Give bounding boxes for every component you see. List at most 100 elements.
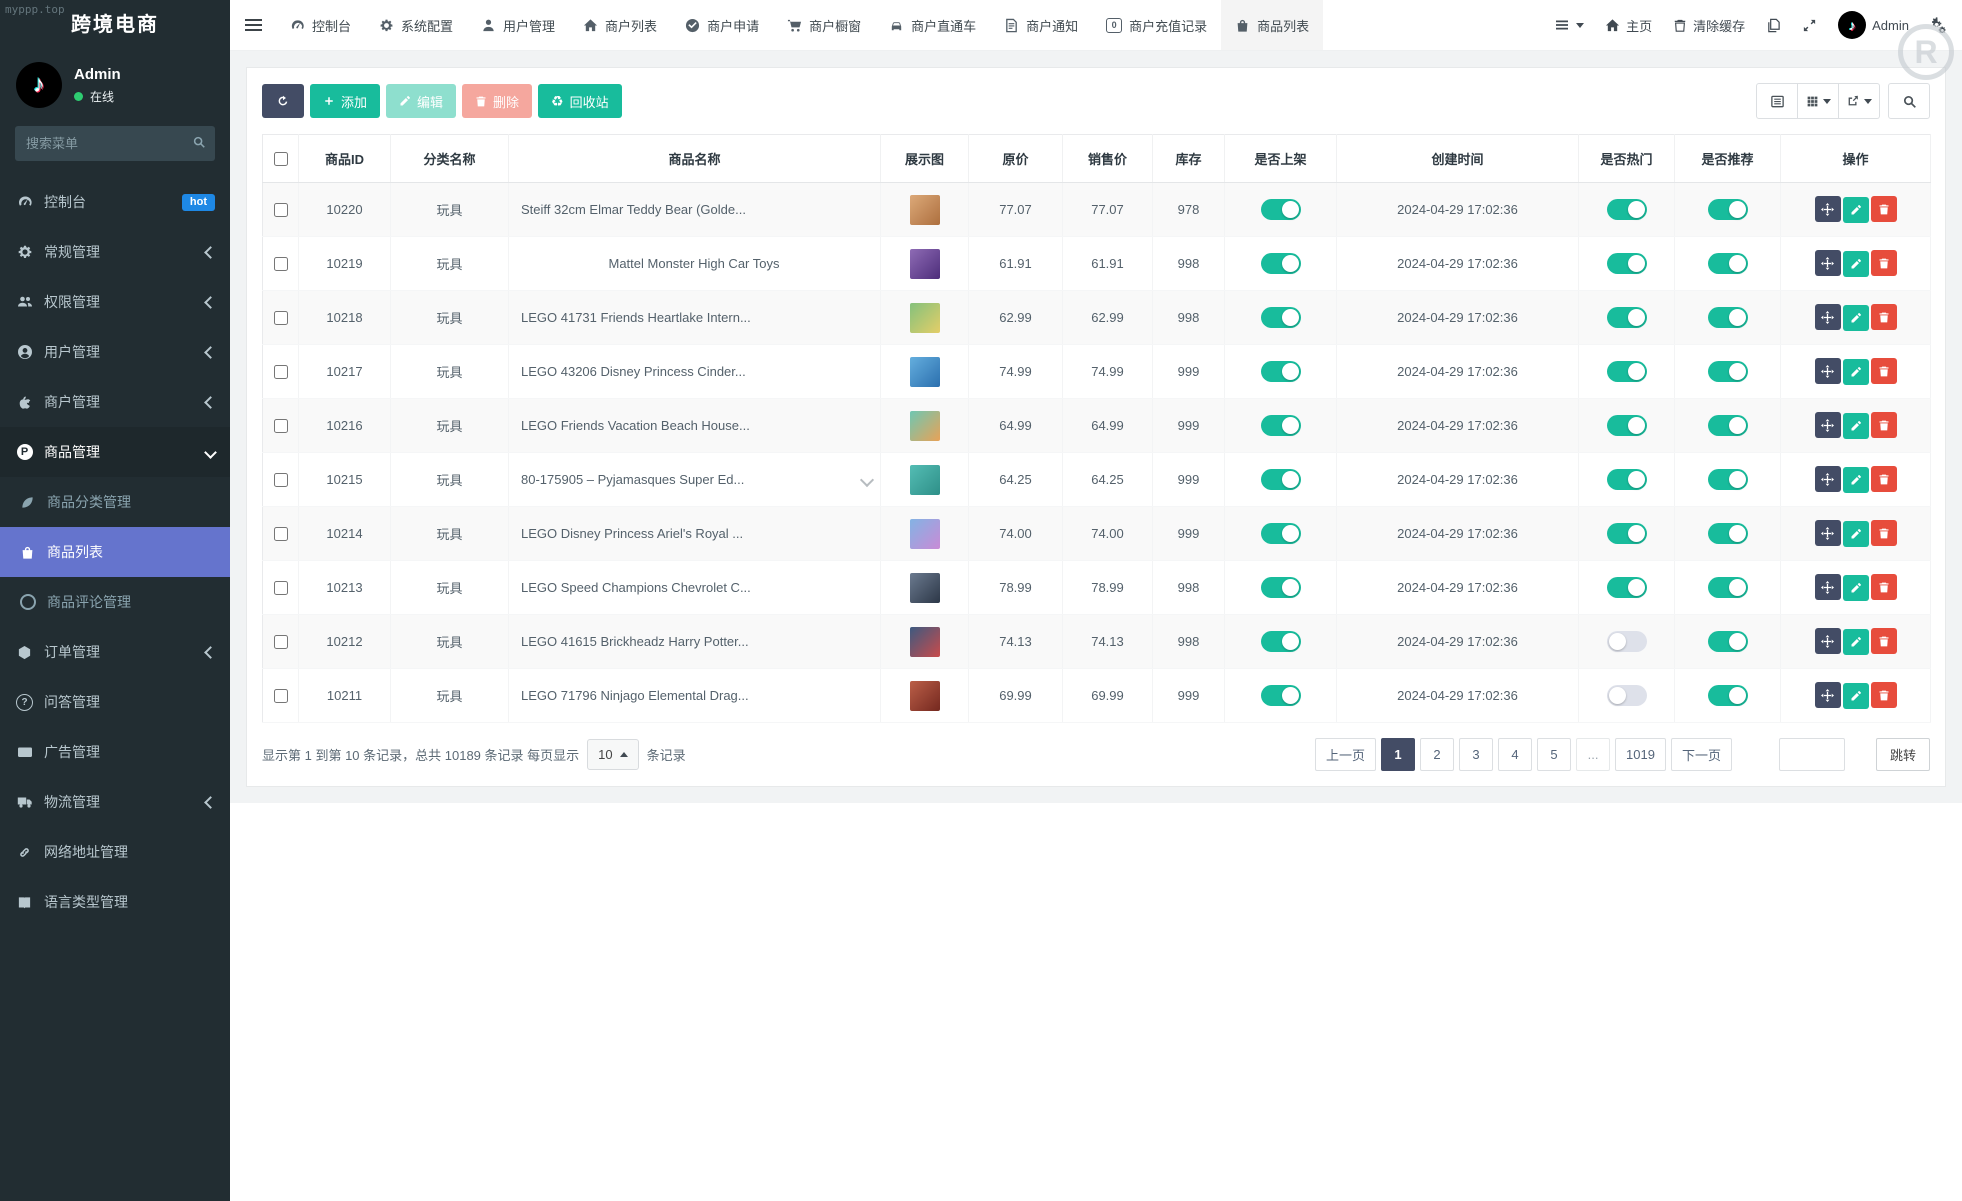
product-thumbnail[interactable] bbox=[910, 411, 940, 441]
tab-merchant-notice[interactable]: 商户通知 bbox=[990, 0, 1092, 50]
tab-merchant-showcase[interactable]: 商户橱窗 bbox=[773, 0, 875, 50]
fullscreen-icon[interactable] bbox=[1802, 18, 1817, 33]
tab-user-management[interactable]: 用户管理 bbox=[467, 0, 569, 50]
row-checkbox[interactable] bbox=[274, 473, 288, 487]
delete-button[interactable]: 删除 bbox=[462, 84, 532, 118]
sidebar-item-product-category[interactable]: 商品分类管理 bbox=[0, 477, 230, 527]
move-button[interactable] bbox=[1815, 574, 1841, 600]
row-edit-button[interactable] bbox=[1843, 467, 1869, 493]
row-edit-button[interactable] bbox=[1843, 305, 1869, 331]
product-thumbnail[interactable] bbox=[910, 357, 940, 387]
row-checkbox[interactable] bbox=[274, 635, 288, 649]
sidebar-item-product[interactable]: P 商品管理 bbox=[0, 427, 230, 477]
sidebar-item-permission[interactable]: 权限管理 bbox=[0, 277, 230, 327]
recommend-toggle[interactable] bbox=[1708, 199, 1748, 220]
hot-toggle[interactable] bbox=[1607, 199, 1647, 220]
hot-toggle[interactable] bbox=[1607, 253, 1647, 274]
tab-merchant-recharge[interactable]: 0 商户充值记录 bbox=[1092, 0, 1221, 50]
sidebar-item-general[interactable]: 常规管理 bbox=[0, 227, 230, 277]
row-delete-button[interactable] bbox=[1871, 412, 1897, 438]
tab-merchant-express[interactable]: 商户直通车 bbox=[875, 0, 990, 50]
row-delete-button[interactable] bbox=[1871, 628, 1897, 654]
hot-toggle[interactable] bbox=[1607, 577, 1647, 598]
language-switch-icon[interactable] bbox=[1766, 18, 1781, 33]
on-sale-toggle[interactable] bbox=[1261, 685, 1301, 706]
recommend-toggle[interactable] bbox=[1708, 253, 1748, 274]
pager-page-1[interactable]: 1 bbox=[1381, 738, 1415, 771]
tab-system-config[interactable]: 系统配置 bbox=[365, 0, 467, 50]
on-sale-toggle[interactable] bbox=[1261, 577, 1301, 598]
row-checkbox[interactable] bbox=[274, 527, 288, 541]
sidebar-item-language[interactable]: 语言类型管理 bbox=[0, 877, 230, 927]
row-edit-button[interactable] bbox=[1843, 521, 1869, 547]
row-delete-button[interactable] bbox=[1871, 466, 1897, 492]
move-button[interactable] bbox=[1815, 196, 1841, 222]
pager-page-2[interactable]: 2 bbox=[1420, 738, 1454, 771]
detail-view-button[interactable] bbox=[1756, 83, 1798, 119]
home-link[interactable]: 主页 bbox=[1605, 16, 1652, 35]
row-delete-button[interactable] bbox=[1871, 196, 1897, 222]
product-thumbnail[interactable] bbox=[910, 195, 940, 225]
row-delete-button[interactable] bbox=[1871, 304, 1897, 330]
row-checkbox[interactable] bbox=[274, 365, 288, 379]
pager-page-4[interactable]: 4 bbox=[1498, 738, 1532, 771]
product-thumbnail[interactable] bbox=[910, 573, 940, 603]
row-checkbox[interactable] bbox=[274, 257, 288, 271]
product-thumbnail[interactable] bbox=[910, 681, 940, 711]
recommend-toggle[interactable] bbox=[1708, 685, 1748, 706]
hot-toggle[interactable] bbox=[1607, 415, 1647, 436]
row-edit-button[interactable] bbox=[1843, 575, 1869, 601]
sidebar-item-network[interactable]: 网络地址管理 bbox=[0, 827, 230, 877]
row-checkbox[interactable] bbox=[274, 581, 288, 595]
export-dropdown-button[interactable] bbox=[1839, 83, 1880, 119]
tab-merchant-list[interactable]: 商户列表 bbox=[569, 0, 671, 50]
row-edit-button[interactable] bbox=[1843, 683, 1869, 709]
recommend-toggle[interactable] bbox=[1708, 415, 1748, 436]
pager-next[interactable]: 下一页 bbox=[1671, 738, 1732, 771]
sidebar-item-dashboard[interactable]: 控制台 hot bbox=[0, 177, 230, 227]
sidebar-item-order[interactable]: 订单管理 bbox=[0, 627, 230, 677]
row-edit-button[interactable] bbox=[1843, 629, 1869, 655]
menu-toggle-dropdown[interactable] bbox=[1554, 17, 1584, 33]
recycle-bin-button[interactable]: ♻ 回收站 bbox=[538, 84, 622, 118]
sidebar-item-product-list[interactable]: 商品列表 bbox=[0, 527, 230, 577]
columns-dropdown-button[interactable] bbox=[1798, 83, 1839, 119]
row-delete-button[interactable] bbox=[1871, 250, 1897, 276]
tab-merchant-apply[interactable]: 商户申请 bbox=[671, 0, 773, 50]
pager-page-5[interactable]: 5 bbox=[1537, 738, 1571, 771]
search-icon[interactable] bbox=[192, 135, 206, 149]
on-sale-toggle[interactable] bbox=[1261, 469, 1301, 490]
recommend-toggle[interactable] bbox=[1708, 469, 1748, 490]
product-thumbnail[interactable] bbox=[910, 519, 940, 549]
hot-toggle[interactable] bbox=[1607, 685, 1647, 706]
avatar[interactable]: ♪ bbox=[16, 62, 62, 108]
hot-toggle[interactable] bbox=[1607, 469, 1647, 490]
move-button[interactable] bbox=[1815, 520, 1841, 546]
row-checkbox[interactable] bbox=[274, 311, 288, 325]
tab-dashboard[interactable]: 控制台 bbox=[276, 0, 365, 50]
move-button[interactable] bbox=[1815, 628, 1841, 654]
on-sale-toggle[interactable] bbox=[1261, 631, 1301, 652]
on-sale-toggle[interactable] bbox=[1261, 199, 1301, 220]
on-sale-toggle[interactable] bbox=[1261, 253, 1301, 274]
sidebar-item-users[interactable]: 用户管理 bbox=[0, 327, 230, 377]
sidebar-item-qa[interactable]: ? 问答管理 bbox=[0, 677, 230, 727]
product-thumbnail[interactable] bbox=[910, 249, 940, 279]
hot-toggle[interactable] bbox=[1607, 523, 1647, 544]
row-delete-button[interactable] bbox=[1871, 682, 1897, 708]
move-button[interactable] bbox=[1815, 250, 1841, 276]
clear-cache-link[interactable]: 清除缓存 bbox=[1673, 16, 1745, 35]
row-delete-button[interactable] bbox=[1871, 358, 1897, 384]
per-page-select[interactable]: 10 bbox=[587, 739, 638, 770]
menu-search-input[interactable] bbox=[15, 126, 215, 161]
admin-profile[interactable]: ♪ Admin bbox=[1838, 11, 1909, 39]
add-button[interactable]: 添加 bbox=[310, 84, 380, 118]
on-sale-toggle[interactable] bbox=[1261, 415, 1301, 436]
hot-toggle[interactable] bbox=[1607, 361, 1647, 382]
product-thumbnail[interactable] bbox=[910, 465, 940, 495]
refresh-button[interactable] bbox=[262, 84, 304, 118]
on-sale-toggle[interactable] bbox=[1261, 523, 1301, 544]
row-edit-button[interactable] bbox=[1843, 251, 1869, 277]
row-edit-button[interactable] bbox=[1843, 197, 1869, 223]
row-delete-button[interactable] bbox=[1871, 574, 1897, 600]
